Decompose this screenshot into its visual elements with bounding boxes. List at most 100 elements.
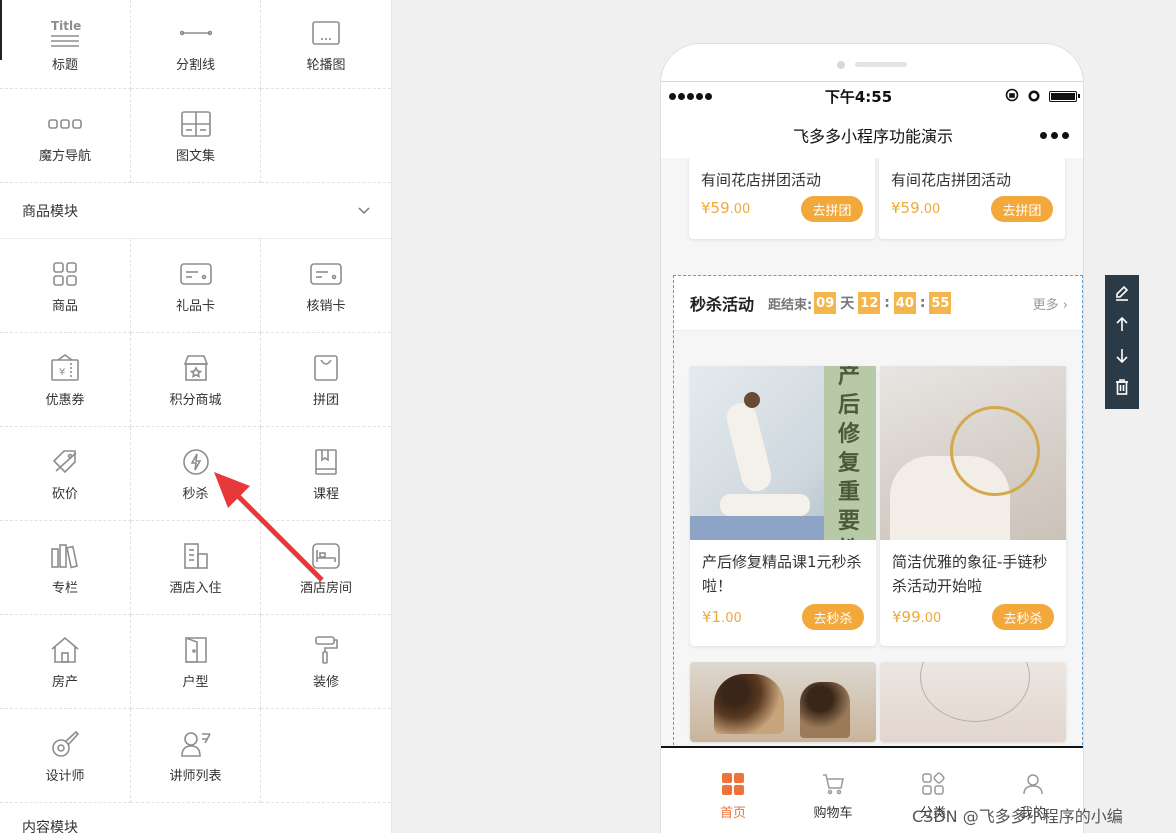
component-real-estate[interactable]: 房产 — [0, 615, 131, 709]
navbar-title: 飞多多小程序功能演示 — [792, 127, 953, 146]
bargain-tag-icon — [48, 445, 82, 479]
more-menu-icon[interactable] — [1040, 132, 1069, 139]
component-label: 魔方导航 — [38, 149, 91, 164]
product-title: 产后修复精品课1元秒杀啦！ — [702, 553, 862, 595]
group-buy-card[interactable]: 有间花店拼团活动 ¥59.00 去拼团 — [689, 158, 875, 239]
cart-icon — [821, 772, 845, 800]
flash-sale-button[interactable]: 去秒杀 — [992, 604, 1054, 630]
signal-icon — [669, 93, 712, 100]
component-cube-nav[interactable]: 魔方导航 — [0, 89, 131, 183]
flash-sale-module[interactable]: 秒杀活动 距结束: 09 天 12 : 40 : 55 更多 › 产后修复重要性 — [673, 275, 1083, 746]
section-goods-header[interactable]: 商品模块 — [0, 183, 391, 239]
edit-icon[interactable] — [1114, 285, 1130, 305]
section-next-header[interactable]: 内容模块 — [0, 803, 391, 833]
component-designer[interactable]: 设计师 — [0, 709, 131, 803]
component-gift-card[interactable]: 礼品卡 — [131, 239, 261, 333]
product-title: 有间花店拼团活动 — [891, 171, 1012, 189]
countdown-hours: 12 — [858, 292, 881, 314]
watermark: CSDN @飞多多小程序的小编 — [912, 807, 1123, 826]
group-buy-button[interactable]: 去拼团 — [801, 196, 863, 222]
flash-sale-card[interactable] — [880, 662, 1066, 742]
component-hotel-room[interactable]: 酒店房间 — [261, 521, 391, 615]
house-icon — [48, 633, 82, 667]
home-grid-icon — [721, 772, 745, 800]
product-image — [880, 366, 1066, 540]
component-bargain[interactable]: 砍价 — [0, 427, 131, 521]
phone-preview: 下午4:55 飞多多小程序功能演示 有间花店拼团活动 ¥59.00 去拼团 有间… — [660, 43, 1084, 833]
user-icon — [1021, 772, 1045, 800]
countdown-day-unit: 天 — [840, 296, 855, 312]
component-course[interactable]: 课程 — [261, 427, 391, 521]
paint-roller-icon — [309, 633, 343, 667]
gift-card-icon — [179, 257, 213, 291]
group-buy-button[interactable]: 去拼团 — [991, 196, 1053, 222]
rotation-lock-icon — [1005, 88, 1019, 106]
component-label: 课程 — [312, 487, 339, 502]
tab-home[interactable]: 首页 — [698, 772, 768, 821]
bag-icon — [309, 351, 343, 385]
component-carousel[interactable]: 轮播图 — [261, 0, 391, 89]
mini-program-navbar: 飞多多小程序功能演示 — [661, 112, 1083, 158]
carousel-icon — [309, 16, 343, 50]
component-flash-sale[interactable]: 秒杀 — [131, 427, 261, 521]
title-icon: Title — [48, 16, 82, 50]
component-label: 核销卡 — [306, 299, 346, 314]
flash-sale-button[interactable]: 去秒杀 — [802, 604, 864, 630]
chevron-down-icon[interactable] — [357, 203, 371, 219]
trash-icon[interactable] — [1115, 379, 1129, 399]
component-sidebar: Title 标题 分割线 轮播图 魔方导航 图文集 商品模块 商品 礼品卡 核销… — [0, 0, 392, 833]
component-label: 积分商城 — [169, 393, 222, 408]
arrow-down-icon[interactable] — [1115, 348, 1129, 368]
verify-card-icon — [309, 257, 343, 291]
product-image — [690, 662, 876, 742]
component-floor-plan[interactable]: 户型 — [131, 615, 261, 709]
product-price: ¥1.00 — [702, 608, 742, 626]
flash-sale-header: 秒杀活动 距结束: 09 天 12 : 40 : 55 更多 › — [674, 276, 1082, 331]
battery-icon — [1049, 91, 1080, 102]
component-verify-card[interactable]: 核销卡 — [261, 239, 391, 333]
component-goods[interactable]: 商品 — [0, 239, 131, 333]
lecturer-icon — [179, 727, 213, 761]
product-image: 产后修复重要性 — [690, 366, 876, 540]
component-label: 礼品卡 — [175, 299, 215, 314]
status-time: 下午4:55 — [824, 88, 893, 106]
flash-sale-title: 秒杀活动 — [690, 295, 755, 314]
countdown-colon: : — [884, 295, 890, 311]
flash-sale-card[interactable] — [690, 662, 876, 742]
component-label: 酒店入住 — [169, 581, 222, 596]
group-buy-card[interactable]: 有间花店拼团活动 ¥59.00 去拼团 — [879, 158, 1065, 239]
product-price: ¥99.00 — [892, 608, 942, 626]
component-title[interactable]: Title 标题 — [0, 0, 131, 89]
preview-content: 有间花店拼团活动 ¥59.00 去拼团 有间花店拼团活动 ¥59.00 去拼团 … — [661, 158, 1083, 746]
component-label: 分割线 — [175, 57, 215, 73]
door-icon — [179, 633, 213, 667]
component-group-buy[interactable]: 拼团 — [261, 333, 391, 427]
arrow-up-icon[interactable] — [1115, 316, 1129, 336]
flash-sale-card[interactable]: 简洁优雅的象征-手链秒杀活动开始啦 ¥99.00 去秒杀 — [880, 366, 1066, 646]
component-label: 讲师列表 — [169, 769, 222, 784]
more-link[interactable]: 更多 › — [1033, 294, 1068, 313]
component-label: 拼团 — [312, 393, 339, 408]
flash-sale-card[interactable]: 产后修复重要性 产后修复精品课1元秒杀啦！ ¥1.00 去秒杀 — [690, 366, 876, 646]
component-column[interactable]: 专栏 — [0, 521, 131, 615]
sidebar-edge — [0, 0, 2, 60]
tab-cart[interactable]: 购物车 — [798, 772, 868, 821]
component-hotel-checkin[interactable]: 酒店入住 — [131, 521, 261, 615]
component-label: 优惠券 — [45, 393, 85, 408]
divider-icon — [179, 16, 213, 50]
component-points-store[interactable]: 积分商城 — [131, 333, 261, 427]
component-label: 砍价 — [51, 487, 78, 502]
component-coupon[interactable]: ¥ 优惠券 — [0, 333, 131, 427]
component-divider[interactable]: 分割线 — [131, 0, 261, 89]
store-icon — [179, 351, 213, 385]
component-label: 酒店房间 — [299, 581, 352, 596]
component-label: 轮播图 — [306, 57, 346, 73]
component-lecturer-list[interactable]: 讲师列表 — [131, 709, 261, 803]
component-gallery[interactable]: 图文集 — [131, 89, 261, 183]
component-label: 秒杀 — [182, 487, 209, 502]
component-decoration[interactable]: 装修 — [261, 615, 391, 709]
countdown-label: 距结束: — [768, 297, 813, 313]
empty-cell — [261, 709, 391, 803]
component-label: 专栏 — [51, 581, 78, 596]
status-bar: 下午4:55 — [661, 81, 1083, 111]
